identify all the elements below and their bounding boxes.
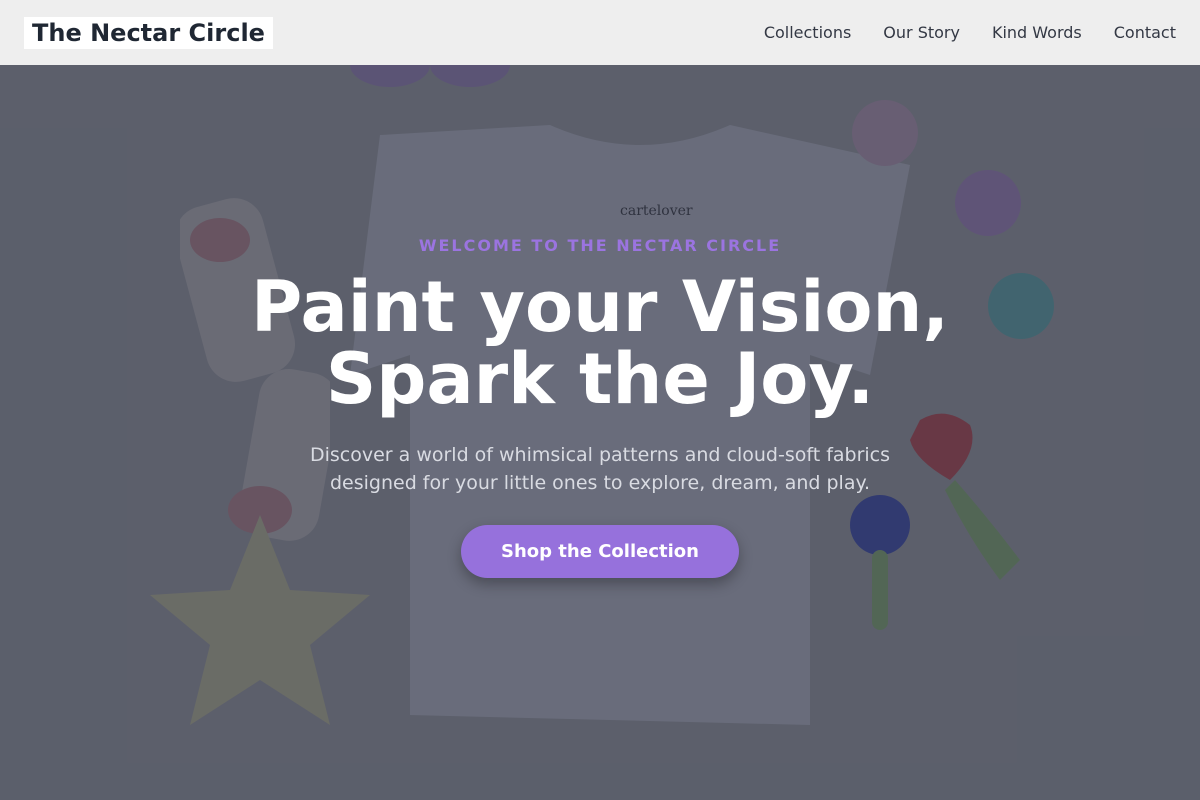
subtitle-line-1: Discover a world of whimsical patterns a…	[309, 444, 891, 466]
nav-link-contact[interactable]: Contact	[1114, 23, 1176, 42]
site-header: The Nectar Circle Collections Our Story …	[0, 0, 1200, 65]
main-nav: Collections Our Story Kind Words Contact	[764, 23, 1176, 42]
nav-link-kind-words[interactable]: Kind Words	[992, 23, 1082, 42]
shop-collection-button[interactable]: Shop the Collection	[461, 525, 739, 578]
hero-subtitle: Discover a world of whimsical patterns a…	[280, 441, 920, 497]
hero-eyebrow: WELCOME TO THE NECTAR CIRCLE	[418, 236, 782, 255]
brand-logo[interactable]: The Nectar Circle	[24, 16, 273, 49]
hero-headline: Paint your Vision, Spark the Joy.	[251, 271, 949, 415]
nav-link-collections[interactable]: Collections	[764, 23, 851, 42]
hero-content: WELCOME TO THE NECTAR CIRCLE Paint your …	[0, 65, 1200, 800]
headline-line-1: Paint your Vision,	[251, 266, 949, 348]
nav-link-our-story[interactable]: Our Story	[883, 23, 960, 42]
headline-line-2: Spark the Joy.	[325, 338, 875, 420]
subtitle-line-2: designed for your little ones to explore…	[329, 472, 871, 494]
